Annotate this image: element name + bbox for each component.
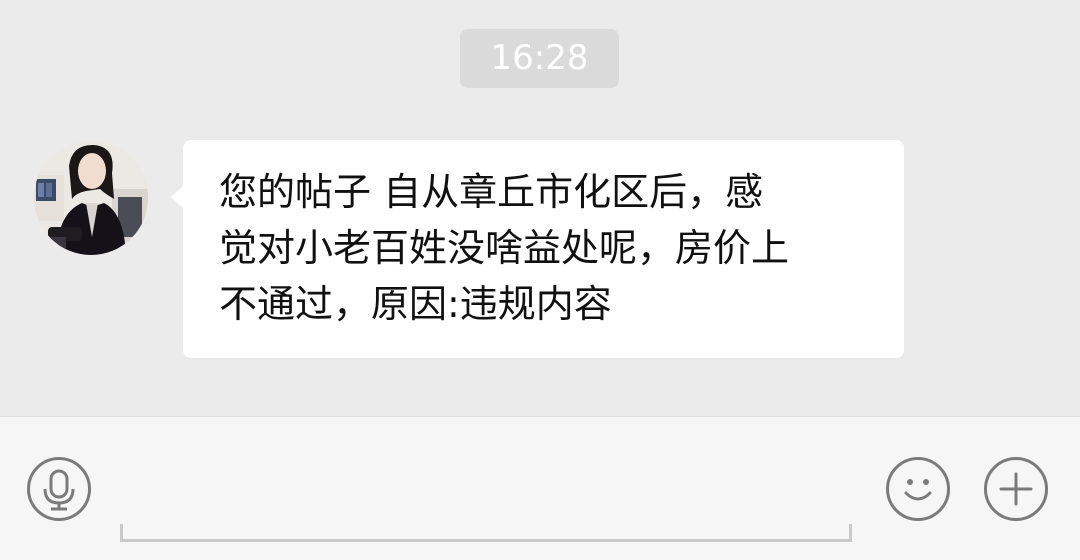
message-line: 不通过，原因:违规内容 <box>219 282 612 326</box>
message-line: 您的帖子 自从章丘市化区后，感 <box>219 170 764 214</box>
emoji-button[interactable] <box>886 457 950 521</box>
message-bubble[interactable]: 您的帖子 自从章丘市化区后，感 觉对小老百姓没啥益处呢，房价上 不通过，原因:违… <box>171 140 904 358</box>
timestamp: 16:28 <box>460 29 619 88</box>
microphone-icon <box>43 469 75 511</box>
avatar-photo <box>34 141 148 255</box>
plus-icon <box>999 472 1033 506</box>
chat-area[interactable]: 16:28 您的帖子 自从章丘市化区后，感 觉对小老百姓没啥益处呢，房价上 不通… <box>0 0 1080 416</box>
voice-input-button[interactable] <box>27 457 91 521</box>
input-underline <box>120 524 852 542</box>
smiley-icon <box>904 479 932 501</box>
contact-avatar[interactable] <box>34 141 148 255</box>
more-options-button[interactable] <box>984 457 1048 521</box>
message-line: 觉对小老百姓没啥益处呢，房价上 <box>219 226 790 270</box>
